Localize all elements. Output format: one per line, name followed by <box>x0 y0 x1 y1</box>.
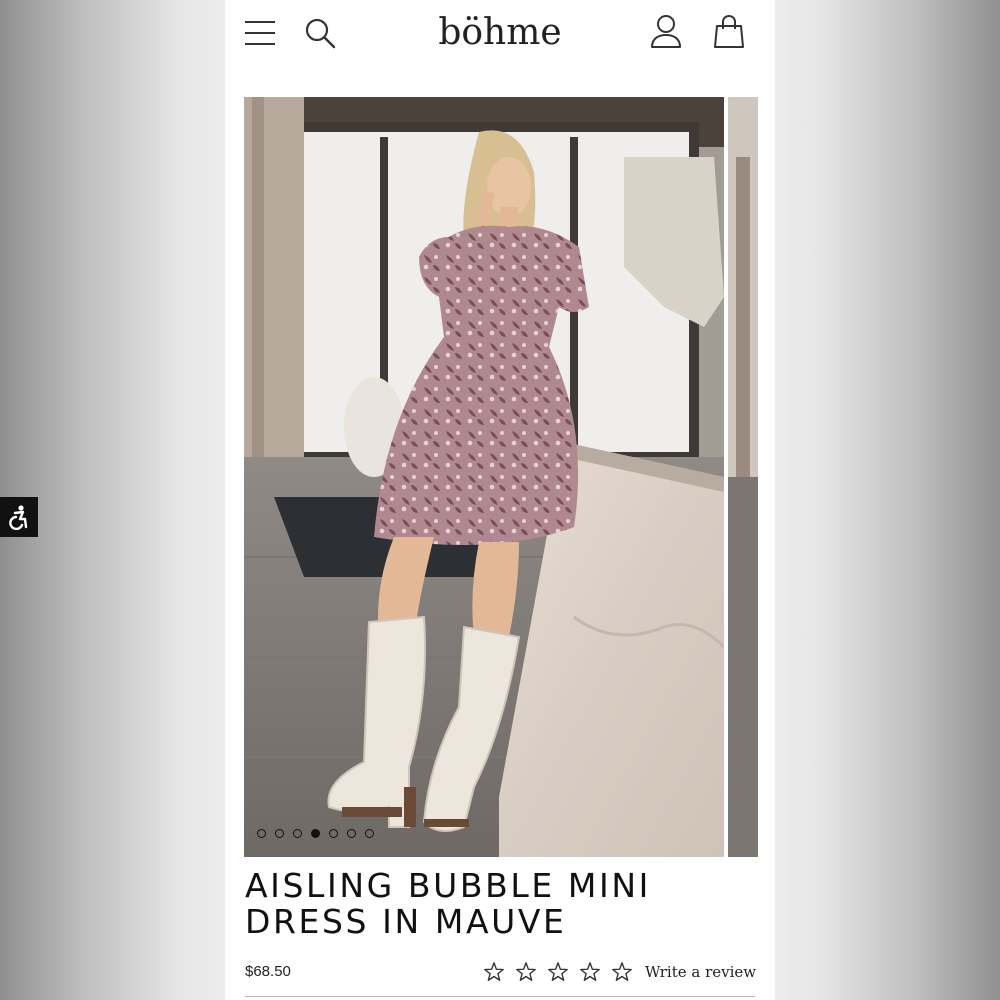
gallery-dot[interactable] <box>293 829 302 838</box>
gallery-dot[interactable] <box>257 829 266 838</box>
account-icon[interactable] <box>649 14 683 50</box>
menu-icon[interactable] <box>243 16 277 50</box>
star-icon[interactable] <box>611 961 633 983</box>
gallery-dot[interactable] <box>347 829 356 838</box>
gallery-pagination <box>257 829 374 843</box>
divider <box>245 996 755 997</box>
product-title: AISLING BUBBLE MINI DRESS IN MAUVE <box>245 866 651 941</box>
cart-icon[interactable] <box>712 14 746 50</box>
star-icon[interactable] <box>579 961 601 983</box>
product-price: $68.50 <box>245 963 291 980</box>
accessibility-button[interactable] <box>0 497 38 537</box>
star-icon[interactable] <box>483 961 505 983</box>
star-icon[interactable] <box>547 961 569 983</box>
gallery-dot[interactable] <box>311 829 320 838</box>
mobile-page: böhme AISLING BUBBLE MINI DRESS IN MAUVE… <box>225 0 775 1000</box>
write-review-link[interactable]: Write a review <box>645 963 756 981</box>
site-header: böhme <box>225 0 775 80</box>
next-product-image-preview[interactable] <box>728 97 758 857</box>
rating-stars[interactable] <box>483 961 633 983</box>
brand-logo[interactable]: böhme <box>400 12 600 53</box>
rating-row: Write a review <box>483 961 756 983</box>
next-photo <box>728 97 758 857</box>
gallery-dot[interactable] <box>329 829 338 838</box>
product-photo <box>244 97 724 857</box>
gallery-dot[interactable] <box>275 829 284 838</box>
star-icon[interactable] <box>515 961 537 983</box>
gallery-dot[interactable] <box>365 829 374 838</box>
accessibility-icon <box>9 505 28 530</box>
search-icon[interactable] <box>303 16 337 50</box>
product-image[interactable] <box>244 97 724 857</box>
